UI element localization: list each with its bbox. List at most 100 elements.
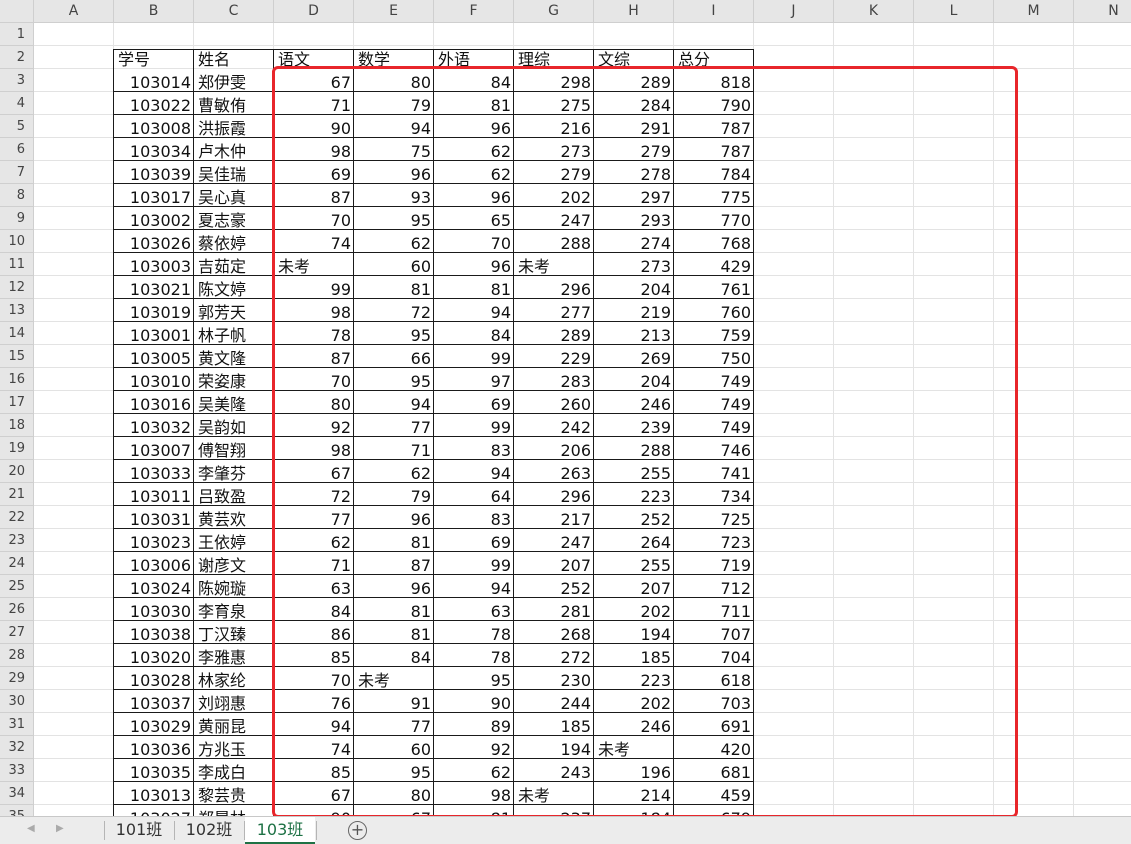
score-cell[interactable]: 679 xyxy=(674,807,754,816)
score-cell[interactable]: 790 xyxy=(674,94,754,117)
score-cell[interactable]: 99 xyxy=(274,278,354,301)
score-cell[interactable]: 86 xyxy=(274,623,354,646)
score-cell[interactable]: 202 xyxy=(594,600,674,623)
student-name-cell[interactable]: 丁汉臻 xyxy=(194,623,274,646)
score-cell[interactable]: 67 xyxy=(354,807,434,816)
score-cell[interactable]: 97 xyxy=(434,370,514,393)
score-cell[interactable]: 244 xyxy=(514,692,594,715)
column-header-m[interactable]: M xyxy=(994,0,1074,23)
score-cell[interactable]: 65 xyxy=(434,209,514,232)
row-header-35[interactable]: 35 xyxy=(0,805,34,816)
student-name-cell[interactable]: 吴韵如 xyxy=(194,416,274,439)
score-cell[interactable]: 95 xyxy=(354,209,434,232)
score-cell[interactable]: 87 xyxy=(274,347,354,370)
row-header-11[interactable]: 11 xyxy=(0,253,34,276)
score-cell[interactable]: 79 xyxy=(354,485,434,508)
row-header-12[interactable]: 12 xyxy=(0,276,34,299)
score-cell[interactable]: 420 xyxy=(674,738,754,761)
score-cell[interactable]: 247 xyxy=(514,209,594,232)
score-cell[interactable]: 98 xyxy=(434,784,514,807)
student-id-cell[interactable]: 103029 xyxy=(114,715,194,738)
score-cell[interactable]: 90 xyxy=(434,692,514,715)
score-cell[interactable]: 275 xyxy=(514,94,594,117)
score-cell[interactable]: 746 xyxy=(674,439,754,462)
student-name-cell[interactable]: 吴佳瑞 xyxy=(194,163,274,186)
score-cell[interactable]: 761 xyxy=(674,278,754,301)
student-name-cell[interactable]: 黄文隆 xyxy=(194,347,274,370)
score-cell[interactable]: 277 xyxy=(514,301,594,324)
score-cell[interactable]: 98 xyxy=(274,140,354,163)
student-id-cell[interactable]: 103003 xyxy=(114,255,194,278)
row-header-15[interactable]: 15 xyxy=(0,345,34,368)
row-header-5[interactable]: 5 xyxy=(0,115,34,138)
student-name-cell[interactable]: 谢彦文 xyxy=(194,554,274,577)
student-id-cell[interactable]: 103017 xyxy=(114,186,194,209)
column-header-g[interactable]: G xyxy=(514,0,594,23)
score-cell[interactable]: 94 xyxy=(274,715,354,738)
student-id-cell[interactable]: 103002 xyxy=(114,209,194,232)
student-name-cell[interactable]: 李育泉 xyxy=(194,600,274,623)
score-cell[interactable]: 207 xyxy=(514,554,594,577)
row-header-7[interactable]: 7 xyxy=(0,161,34,184)
score-cell[interactable]: 719 xyxy=(674,554,754,577)
score-cell[interactable]: 202 xyxy=(594,692,674,715)
score-cell[interactable]: 252 xyxy=(594,508,674,531)
table-header-cell[interactable]: 文综 xyxy=(594,48,674,71)
score-cell[interactable]: 293 xyxy=(594,209,674,232)
score-cell[interactable]: 216 xyxy=(514,117,594,140)
student-name-cell[interactable]: 卢木仲 xyxy=(194,140,274,163)
row-header-1[interactable]: 1 xyxy=(0,23,34,46)
student-name-cell[interactable]: 林家纶 xyxy=(194,669,274,692)
score-cell[interactable]: 76 xyxy=(274,692,354,715)
score-cell[interactable]: 217 xyxy=(514,508,594,531)
score-cell[interactable]: 78 xyxy=(434,623,514,646)
score-cell[interactable]: 未考 xyxy=(274,255,354,278)
row-header-3[interactable]: 3 xyxy=(0,69,34,92)
student-id-cell[interactable]: 103031 xyxy=(114,508,194,531)
score-cell[interactable]: 298 xyxy=(514,71,594,94)
score-cell[interactable]: 775 xyxy=(674,186,754,209)
student-name-cell[interactable]: 黄丽昆 xyxy=(194,715,274,738)
score-cell[interactable]: 272 xyxy=(514,646,594,669)
score-cell[interactable]: 206 xyxy=(514,439,594,462)
score-cell[interactable]: 69 xyxy=(274,163,354,186)
student-name-cell[interactable]: 李成白 xyxy=(194,761,274,784)
row-header-19[interactable]: 19 xyxy=(0,437,34,460)
column-header-a[interactable]: A xyxy=(34,0,114,23)
score-cell[interactable]: 70 xyxy=(274,669,354,692)
score-cell[interactable]: 72 xyxy=(274,485,354,508)
score-cell[interactable]: 72 xyxy=(354,301,434,324)
column-header-f[interactable]: F xyxy=(434,0,514,23)
score-cell[interactable]: 99 xyxy=(434,554,514,577)
score-cell[interactable]: 202 xyxy=(514,186,594,209)
score-cell[interactable]: 194 xyxy=(514,738,594,761)
score-cell[interactable]: 712 xyxy=(674,577,754,600)
student-name-cell[interactable]: 黎芸贵 xyxy=(194,784,274,807)
score-cell[interactable]: 291 xyxy=(594,117,674,140)
student-id-cell[interactable]: 103024 xyxy=(114,577,194,600)
score-cell[interactable]: 749 xyxy=(674,393,754,416)
score-cell[interactable]: 204 xyxy=(594,278,674,301)
student-name-cell[interactable]: 王依婷 xyxy=(194,531,274,554)
score-cell[interactable]: 247 xyxy=(514,531,594,554)
score-cell[interactable]: 未考 xyxy=(594,738,674,761)
sheet-tab-102[interactable]: 102班 xyxy=(175,817,243,844)
score-cell[interactable]: 96 xyxy=(434,255,514,278)
select-all-corner[interactable] xyxy=(0,0,34,23)
student-name-cell[interactable]: 傅智翔 xyxy=(194,439,274,462)
score-cell[interactable]: 213 xyxy=(594,324,674,347)
column-header-j[interactable]: J xyxy=(754,0,834,23)
student-id-cell[interactable]: 103014 xyxy=(114,71,194,94)
score-cell[interactable]: 94 xyxy=(434,577,514,600)
score-cell[interactable]: 77 xyxy=(274,508,354,531)
column-header-i[interactable]: I xyxy=(674,0,754,23)
score-cell[interactable]: 237 xyxy=(514,807,594,816)
score-cell[interactable]: 81 xyxy=(354,600,434,623)
score-cell[interactable]: 71 xyxy=(274,94,354,117)
row-header-10[interactable]: 10 xyxy=(0,230,34,253)
score-cell[interactable]: 274 xyxy=(594,232,674,255)
score-cell[interactable]: 681 xyxy=(674,761,754,784)
score-cell[interactable]: 219 xyxy=(594,301,674,324)
score-cell[interactable]: 94 xyxy=(354,393,434,416)
score-cell[interactable]: 87 xyxy=(274,186,354,209)
